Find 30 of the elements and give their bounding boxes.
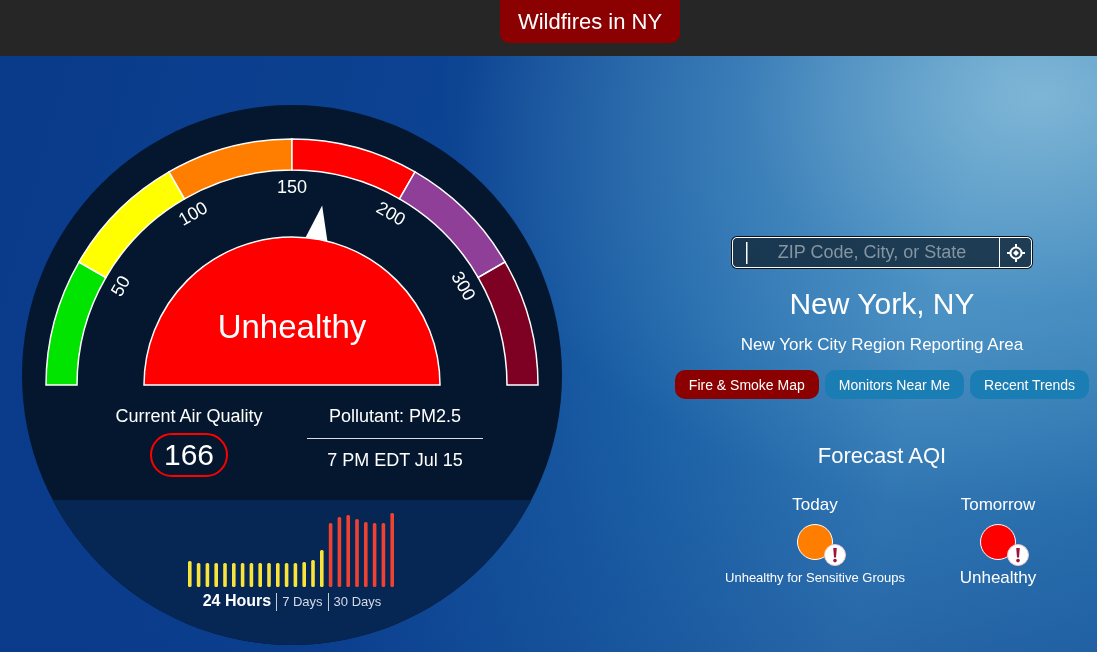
action-button[interactable]: Monitors Near Me	[824, 370, 965, 399]
action-button[interactable]: Recent Trends	[970, 370, 1090, 399]
wildfires-banner-link[interactable]: Wildfires in NY	[500, 0, 680, 43]
forecast-day: Today	[792, 494, 838, 516]
forecast-title: Forecast AQI	[817, 442, 947, 470]
forecast-day: Tomorrow	[960, 494, 1036, 516]
reading-time: 7 PM EDT Jul 15	[327, 449, 463, 471]
action-button[interactable]: Fire & Smoke Map	[674, 370, 819, 399]
forecast-category: Unhealthy	[959, 568, 1037, 588]
aqi-dot-icon	[980, 524, 1016, 560]
pollutant-label: Pollutant: PM2.5	[328, 405, 462, 427]
exclamation-icon	[824, 544, 846, 566]
scale-label: 150	[277, 177, 307, 197]
range-tab[interactable]: 30 Days	[327, 593, 387, 611]
exclamation-icon	[1007, 544, 1029, 566]
aqi-category-label: Unhealthy	[217, 307, 367, 345]
search-field[interactable]: ZIP Code, City, or State	[732, 237, 1032, 268]
aqi-dot-icon	[797, 524, 833, 560]
scale-label: 300	[447, 268, 480, 304]
scale-label: 100	[175, 197, 211, 230]
city-name: New York, NY	[789, 286, 975, 322]
current-air-quality-label: Current Air Quality	[115, 405, 263, 427]
range-tab[interactable]: 7 Days	[276, 593, 328, 611]
scale-label: 200	[373, 197, 409, 230]
aqi-value: 166	[150, 433, 228, 477]
scale-label: 50	[106, 272, 135, 300]
forecast-category: Unhealthy for Sensitive Groups	[725, 569, 905, 587]
reporting-area: New York City Region Reporting Area	[740, 334, 1024, 356]
locate-icon	[1006, 243, 1025, 262]
range-tab[interactable]: 24 Hours	[197, 592, 277, 610]
